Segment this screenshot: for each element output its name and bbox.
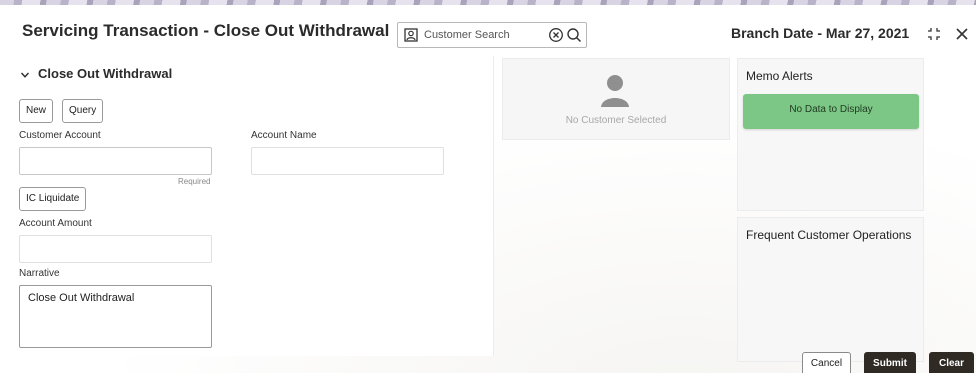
close-icon[interactable] (954, 26, 970, 42)
person-card-icon (404, 28, 418, 42)
frequent-ops-title: Frequent Customer Operations (746, 228, 912, 242)
customer-account-field[interactable] (19, 147, 212, 175)
customer-account-label: Customer Account (19, 130, 101, 141)
account-amount-label: Account Amount (19, 218, 92, 229)
account-amount-field[interactable] (19, 235, 212, 263)
clear-button[interactable]: Clear (929, 352, 974, 373)
ic-liquidate-button[interactable]: IC Liquidate (19, 187, 87, 211)
section-header[interactable]: Close Out Withdrawal (20, 66, 172, 81)
section-title: Close Out Withdrawal (38, 66, 173, 81)
cancel-button[interactable]: Cancel (802, 352, 851, 373)
chevron-down-icon[interactable] (20, 70, 30, 80)
submit-button[interactable]: Submit (864, 352, 916, 373)
page-header: Servicing Transaction - Close Out Withdr… (0, 5, 976, 56)
narrative-label: Narrative (19, 268, 60, 279)
clear-circle-icon[interactable] (548, 27, 564, 43)
main-area: Close Out Withdrawal New Query Customer … (0, 56, 976, 373)
shrink-icon[interactable] (927, 27, 941, 41)
branch-date: Branch Date - Mar 27, 2021 (731, 25, 910, 41)
account-name-label: Account Name (251, 130, 317, 141)
page-title: Servicing Transaction - Close Out Withdr… (22, 21, 390, 40)
memo-alerts-title: Memo Alerts (746, 69, 813, 83)
transaction-form-panel: Close Out Withdrawal New Query Customer … (6, 56, 494, 356)
customer-search-box[interactable] (397, 22, 587, 48)
memo-empty-text: No Data to Display (789, 104, 873, 115)
memo-alerts-card: Memo Alerts No Data to Display (737, 58, 924, 211)
search-icon[interactable] (566, 27, 582, 43)
narrative-textarea[interactable]: Close Out Withdrawal (19, 285, 212, 348)
no-customer-text: No Customer Selected (565, 115, 667, 126)
customer-search-input[interactable] (424, 27, 542, 43)
frequent-ops-card: Frequent Customer Operations (737, 217, 924, 362)
customer-card: No Customer Selected (502, 58, 730, 140)
new-button[interactable]: New (19, 99, 54, 123)
required-note: Required (178, 177, 211, 186)
account-name-field[interactable] (251, 147, 444, 175)
query-button[interactable]: Query (62, 99, 104, 123)
memo-alert-item: No Data to Display (743, 94, 919, 129)
person-avatar-icon (601, 75, 629, 107)
